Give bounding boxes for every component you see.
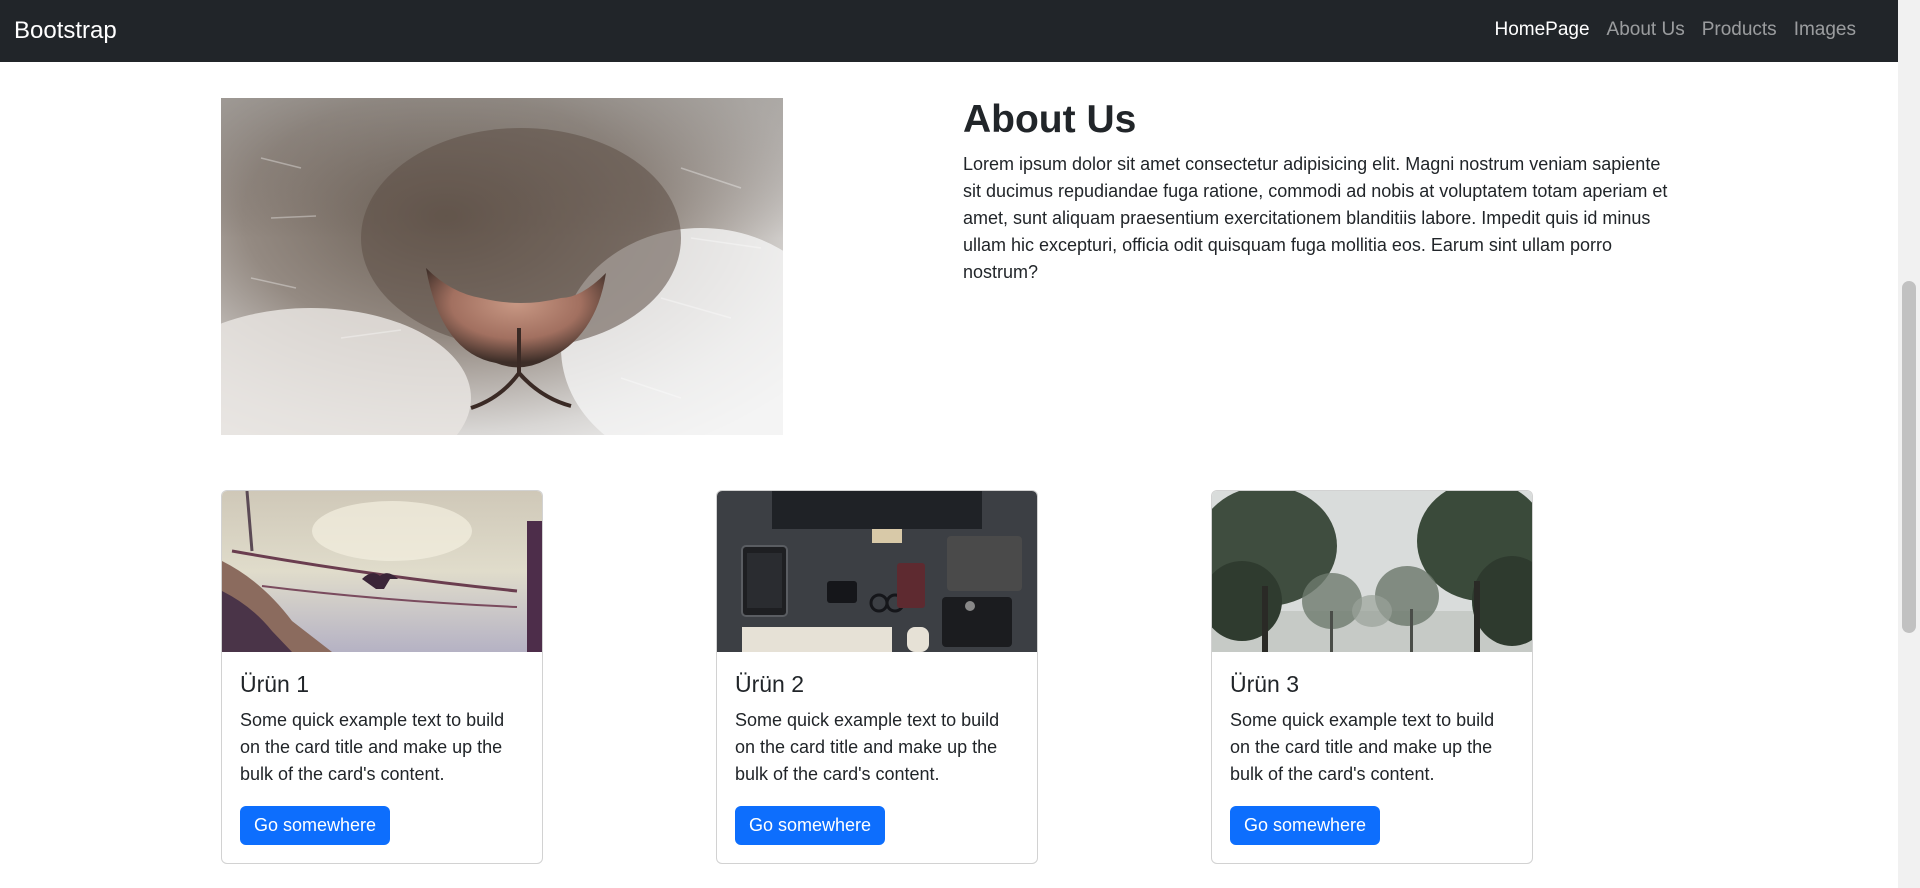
go-somewhere-button-2[interactable]: Go somewhere bbox=[735, 806, 886, 845]
go-somewhere-button-1[interactable]: Go somewhere bbox=[240, 806, 391, 845]
card-text-3: Some quick example text to build on the … bbox=[1230, 710, 1495, 784]
card-title-1: Ürün 1 bbox=[240, 671, 310, 697]
card-text-1: Some quick example text to build on the … bbox=[240, 710, 505, 784]
card-body-3: Ürün 3 Some quick example text to build … bbox=[1212, 652, 1532, 861]
about-text: Lorem ipsum dolor sit amet consectetur a… bbox=[963, 154, 1668, 282]
nav-links: HomePage About Us Products Images bbox=[1494, 19, 1856, 41]
scrollbar-thumb[interactable] bbox=[1902, 281, 1916, 633]
nav-link-products[interactable]: Products bbox=[1702, 19, 1777, 41]
nav-link-about-us[interactable]: About Us bbox=[1607, 19, 1685, 41]
product-card-2: Ürün 2 Some quick example text to build … bbox=[716, 490, 1038, 864]
navbar: Bootstrap HomePage About Us Products Ima… bbox=[0, 0, 1898, 62]
card-text-2: Some quick example text to build on the … bbox=[735, 710, 1000, 784]
card-title-2: Ürün 2 bbox=[735, 671, 805, 697]
card-title-3: Ürün 3 bbox=[1230, 671, 1300, 697]
product-card-1: Ürün 1 Some quick example text to build … bbox=[221, 490, 543, 864]
navbar-brand[interactable]: Bootstrap bbox=[14, 17, 117, 45]
card-image-3 bbox=[1212, 491, 1532, 652]
nav-link-images[interactable]: Images bbox=[1794, 19, 1856, 41]
card-image-1 bbox=[222, 491, 542, 652]
about-title: About Us bbox=[963, 98, 1137, 141]
card-body-1: Ürün 1 Some quick example text to build … bbox=[222, 652, 542, 861]
about-image bbox=[221, 98, 783, 435]
page-scrollbar[interactable] bbox=[1898, 0, 1920, 888]
card-body-2: Ürün 2 Some quick example text to build … bbox=[717, 652, 1037, 861]
nav-link-homepage[interactable]: HomePage bbox=[1494, 19, 1589, 41]
go-somewhere-button-3[interactable]: Go somewhere bbox=[1230, 806, 1381, 845]
card-image-2 bbox=[717, 491, 1037, 652]
product-card-3: Ürün 3 Some quick example text to build … bbox=[1211, 490, 1533, 864]
